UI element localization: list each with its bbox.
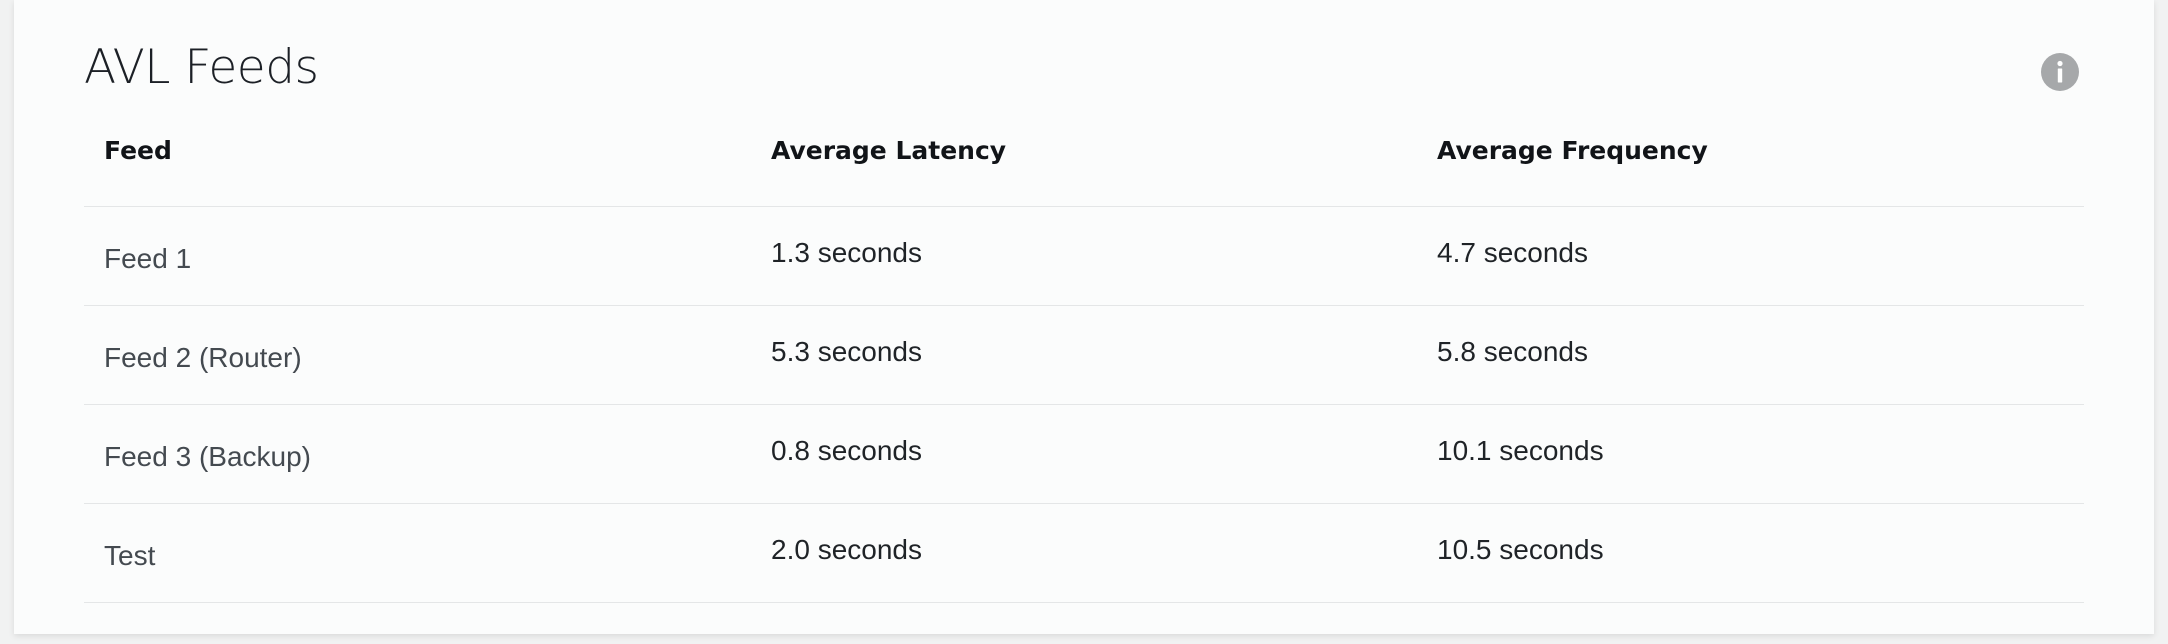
column-header-average-frequency: Average Frequency — [1417, 104, 2084, 207]
average-frequency-cell: 10.5 seconds — [1417, 503, 2084, 603]
average-frequency-cell: 10.1 seconds — [1417, 404, 2084, 504]
table-row: Feed 3 (Backup) 0.8 seconds 10.1 seconds — [84, 404, 2084, 504]
feed-name-cell: Feed 2 (Router) — [84, 305, 751, 405]
table-row: Feed 1 1.3 seconds 4.7 seconds — [84, 206, 2084, 306]
average-latency-cell: 5.3 seconds — [751, 305, 1417, 405]
feed-name-cell: Feed 3 (Backup) — [84, 404, 751, 504]
feed-name-cell: Test — [84, 503, 751, 603]
table-row: Feed 2 (Router) 5.3 seconds 5.8 seconds — [84, 305, 2084, 405]
average-frequency-cell: 4.7 seconds — [1417, 206, 2084, 306]
average-latency-cell: 2.0 seconds — [751, 503, 1417, 603]
average-frequency-cell: 5.8 seconds — [1417, 305, 2084, 405]
average-latency-cell: 0.8 seconds — [751, 404, 1417, 504]
feeds-table: Feed Average Latency Average Frequency F… — [84, 104, 2084, 603]
panel-title: AVL Feeds — [84, 40, 319, 95]
column-header-feed: Feed — [84, 104, 751, 207]
column-header-average-latency: Average Latency — [751, 104, 1417, 207]
avl-feeds-panel: AVL Feeds Feed Average Latency Average F… — [14, 0, 2154, 634]
table-header-row: Feed Average Latency Average Frequency — [84, 104, 2084, 207]
info-icon — [2041, 53, 2079, 91]
table-row: Test 2.0 seconds 10.5 seconds — [84, 503, 2084, 603]
average-latency-cell: 1.3 seconds — [751, 206, 1417, 306]
feed-name-cell: Feed 1 — [84, 206, 751, 306]
info-button[interactable] — [2040, 52, 2080, 92]
